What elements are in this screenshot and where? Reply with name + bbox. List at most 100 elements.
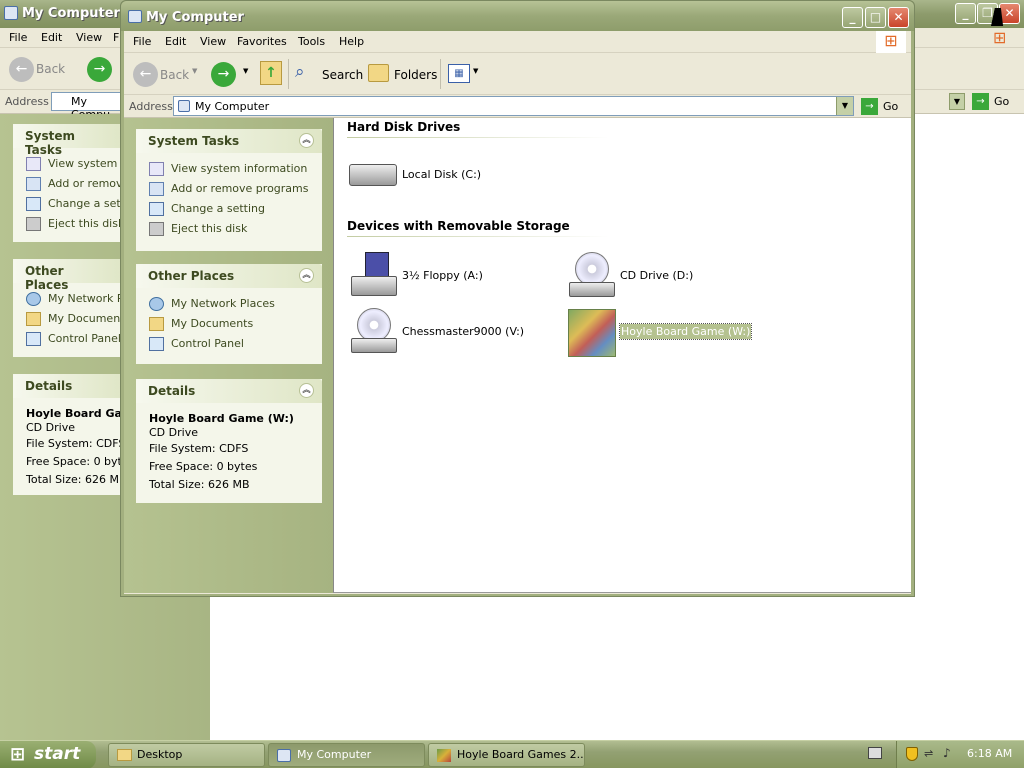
drive-item-floppy[interactable]: 3½ Floppy (A:)	[349, 252, 549, 300]
folders-icon[interactable]	[368, 64, 389, 82]
place-documents[interactable]: My Documents	[13, 309, 123, 329]
taskbar-button-desktop[interactable]: Desktop	[108, 743, 265, 767]
close-button[interactable]: ✕	[888, 7, 909, 28]
dropdown-arrow-icon[interactable]: ▼	[949, 93, 965, 110]
keyboard-icon[interactable]	[868, 747, 882, 759]
panel-header[interactable]: System Tasks ︽	[136, 129, 322, 153]
place-network[interactable]: My Network Places	[136, 294, 322, 314]
panel-header[interactable]: Other Places ︽	[136, 264, 322, 288]
address-bar: Address My Computer ▼ → Go	[124, 95, 911, 118]
go-arrow-icon[interactable]: →	[972, 93, 989, 110]
go-button-label[interactable]: Go	[883, 100, 898, 113]
forward-dropdown-icon[interactable]: ▼	[243, 67, 248, 75]
menu-edit[interactable]: Edit	[41, 31, 62, 44]
network-icon[interactable]: ⇌	[924, 747, 940, 761]
start-button[interactable]: ⊞ start	[0, 741, 96, 768]
address-field[interactable]: My Computer ▼	[173, 96, 854, 116]
toolbar: ← Back ▼ → ▼ ↑ ⌕ Search Folders ▦ ▼	[124, 53, 911, 95]
place-control-panel[interactable]: Control Panel	[136, 334, 322, 354]
search-button-label[interactable]: Search	[322, 68, 363, 82]
search-icon[interactable]: ⌕	[295, 62, 317, 84]
control-panel-icon	[149, 337, 164, 351]
taskbar: ⊞ start Desktop My Computer Hoyle Board …	[0, 740, 1024, 768]
panel-header[interactable]: System Tasks	[13, 124, 123, 157]
menu-help[interactable]: Help	[339, 35, 364, 48]
views-icon[interactable]: ▦	[448, 64, 470, 83]
taskbar-button-label: Hoyle Board Games 2...	[457, 748, 585, 761]
minimize-button[interactable]: _	[955, 3, 976, 24]
forward-arrow-icon[interactable]: →	[87, 57, 112, 82]
volume-icon[interactable]: ♪	[943, 746, 957, 761]
windows-logo-icon: ⊞	[993, 28, 1007, 47]
back-button-label[interactable]: Back	[36, 62, 65, 76]
panel-header[interactable]: Other Places	[13, 259, 123, 292]
go-button-label[interactable]: Go	[994, 95, 1009, 108]
folders-button-label[interactable]: Folders	[394, 68, 437, 82]
place-network[interactable]: My Network Pla	[13, 289, 123, 309]
task-eject-disk[interactable]: Eject this disk	[136, 219, 322, 239]
windows-logo-icon: ⊞	[10, 744, 26, 765]
drive-item-cd-d[interactable]: CD Drive (D:)	[567, 252, 767, 300]
minimize-button[interactable]: _	[842, 7, 863, 28]
collapse-chevron-icon[interactable]: ︽	[299, 133, 314, 148]
views-dropdown-icon[interactable]: ▼	[473, 67, 478, 75]
menu-tools[interactable]: Tools	[298, 35, 325, 48]
control-panel-icon	[149, 202, 164, 216]
collapse-chevron-icon[interactable]: ︽	[299, 383, 314, 398]
go-arrow-icon[interactable]: →	[861, 98, 878, 115]
collapse-chevron-icon[interactable]: ︽	[299, 268, 314, 283]
toolbar-separator	[288, 59, 289, 89]
taskbar-button-hoyle[interactable]: Hoyle Board Games 2...	[428, 743, 585, 767]
panel-header[interactable]: Details ︽	[136, 379, 322, 403]
back-dropdown-icon[interactable]: ▼	[192, 67, 197, 75]
clock[interactable]: 6:18 AM	[967, 747, 1012, 760]
drive-item-chessmaster[interactable]: Chessmaster9000 (V:)	[349, 308, 549, 356]
system-info-icon	[149, 162, 164, 176]
system-tray: ⇌ ♪ 6:18 AM	[896, 741, 1024, 768]
folder-icon	[117, 749, 132, 761]
forward-arrow-icon[interactable]: →	[211, 62, 236, 87]
panel-header[interactable]: Details	[13, 374, 123, 398]
task-view-system-info[interactable]: View system in	[13, 154, 123, 174]
task-view-system-info[interactable]: View system information	[136, 159, 322, 179]
place-control-panel[interactable]: Control Panel	[13, 329, 123, 349]
details-name: Hoyle Board Game (W:)	[149, 412, 294, 425]
menu-edit[interactable]: Edit	[165, 35, 186, 48]
details-file-system: File System: CDFS	[26, 437, 123, 450]
menu-view[interactable]: View	[76, 31, 102, 44]
up-folder-icon[interactable]: ↑	[260, 61, 282, 85]
place-documents[interactable]: My Documents	[136, 314, 322, 334]
menu-file[interactable]: File	[9, 31, 27, 44]
menu-favorites[interactable]: Favorites	[237, 35, 287, 48]
details-free-space: Free Space: 0 bytes	[149, 460, 258, 473]
eject-icon	[149, 222, 164, 236]
taskbar-button-my-computer[interactable]: My Computer	[268, 743, 425, 767]
task-add-remove[interactable]: Add or remove	[13, 174, 123, 194]
drive-item-hoyle-selected[interactable]: Hoyle Board Game (W:)	[567, 308, 767, 357]
menu-favorites[interactable]: F	[113, 31, 119, 44]
back-arrow-icon[interactable]: ←	[9, 57, 34, 82]
toolbar-separator	[440, 59, 441, 89]
my-computer-window: My Computer _ □ ✕ File Edit View Favorit…	[120, 0, 915, 597]
address-field[interactable]: My Compu	[51, 92, 121, 121]
drive-label: 3½ Floppy (A:)	[402, 269, 483, 282]
task-add-remove-programs[interactable]: Add or remove programs	[136, 179, 322, 199]
security-shield-icon[interactable]	[906, 747, 918, 761]
background-window-title: My Computer	[22, 6, 120, 21]
back-arrow-icon[interactable]: ←	[133, 62, 158, 87]
windows-logo-icon: ⊞	[876, 31, 906, 53]
menu-file[interactable]: File	[133, 35, 151, 48]
add-remove-icon	[149, 182, 164, 196]
menu-view[interactable]: View	[200, 35, 226, 48]
task-change-setting[interactable]: Change a setti	[13, 194, 123, 214]
back-button-label[interactable]: Back	[160, 68, 189, 82]
task-label: Change a setti	[48, 197, 123, 210]
maximize-button[interactable]: □	[865, 7, 886, 28]
cd-drive-icon	[351, 308, 397, 354]
task-change-setting[interactable]: Change a setting	[136, 199, 322, 219]
title-bar[interactable]: My Computer _ □ ✕	[121, 1, 914, 31]
task-label: View system in	[48, 157, 123, 170]
drive-item-local-disk[interactable]: Local Disk (C:)	[349, 158, 549, 192]
dropdown-arrow-icon[interactable]: ▼	[836, 97, 853, 115]
task-eject-disk[interactable]: Eject this disk	[13, 214, 123, 234]
